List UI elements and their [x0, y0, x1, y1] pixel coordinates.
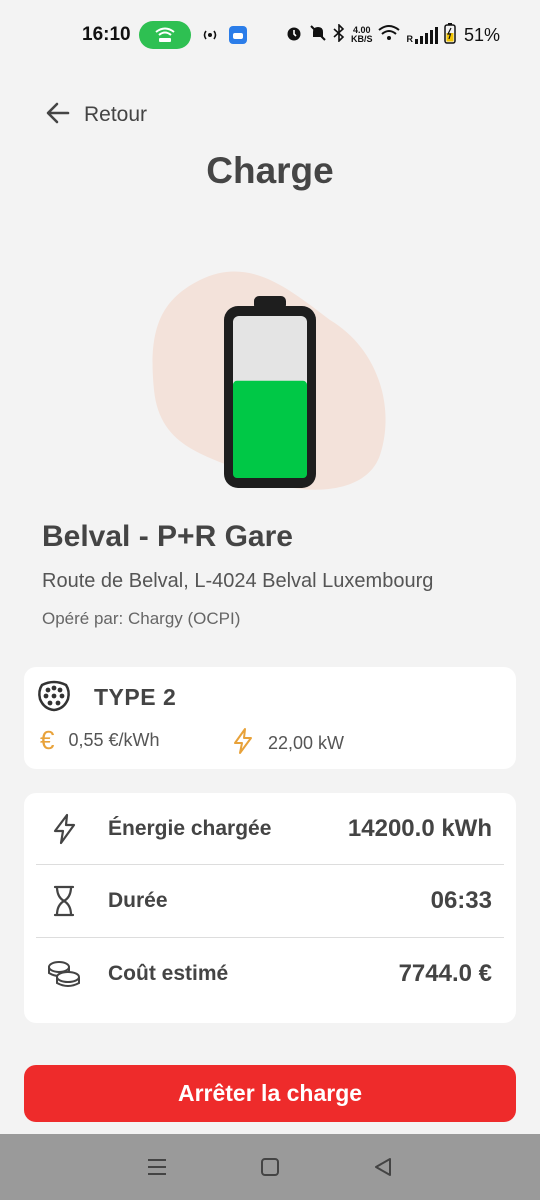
network-speed: 4.00 KB/S — [350, 25, 373, 44]
power-value: 22,00 kW — [268, 733, 345, 753]
coins-icon — [36, 959, 92, 989]
app-notification-icon — [228, 26, 247, 44]
back-label: Retour — [84, 103, 148, 126]
stat-row-energy: Énergie chargée 14200.0 kWh — [36, 793, 504, 865]
stat-label-cost: Coût estimé — [108, 962, 229, 985]
connector-type: TYPE 2 — [94, 684, 177, 710]
battery-percent: 51% — [463, 24, 500, 45]
signal-icon: R — [406, 26, 438, 44]
euro-icon: € — [40, 725, 55, 755]
home-icon[interactable] — [250, 1147, 290, 1187]
stat-label-energy: Énergie chargée — [108, 817, 272, 840]
stat-label-duration: Durée — [108, 889, 168, 912]
type2-connector-icon — [36, 677, 72, 718]
wifi-icon — [378, 24, 401, 47]
status-bar: 16:10 4.00 KB/S R 51% — [0, 0, 540, 70]
price-value: 0,55 €/kWh — [68, 729, 160, 750]
hotspot-icon — [138, 21, 191, 49]
menu-icon[interactable] — [137, 1147, 177, 1187]
stat-row-cost: Coût estimé 7744.0 € — [36, 938, 504, 1010]
system-nav-bar — [0, 1134, 540, 1200]
battery-charging-icon — [444, 22, 456, 49]
back-icon[interactable] — [363, 1147, 403, 1187]
connector-card: TYPE 2 € 0,55 €/kWh 22,00 kW — [24, 667, 516, 769]
stop-charging-button[interactable]: Arrêter la charge — [24, 1065, 516, 1122]
mute-icon — [309, 24, 327, 47]
alarm-icon — [285, 24, 303, 47]
page-title: Charge — [206, 150, 334, 191]
back-button[interactable]: Retour — [44, 96, 147, 134]
connector-power: 22,00 kW — [232, 727, 344, 760]
lightning-icon — [36, 813, 92, 845]
station-operator: Opéré par: Chargy (OCPI) — [42, 609, 241, 628]
stat-value-cost: 7744.0 € — [398, 960, 492, 987]
stat-value-duration: 06:33 — [430, 887, 492, 914]
hourglass-icon — [36, 885, 92, 917]
stat-row-duration: Durée 06:33 — [36, 865, 504, 937]
charging-stats-card: Énergie chargée 14200.0 kWh Durée 06:33 … — [24, 793, 516, 1023]
stat-value-energy: 14200.0 kWh — [347, 815, 492, 842]
lightning-icon — [232, 727, 254, 760]
connector-price: € 0,55 €/kWh — [40, 727, 160, 753]
station-address: Route de Belval, L-4024 Belval Luxembour… — [42, 570, 434, 592]
arrow-left-icon — [44, 99, 72, 132]
bluetooth-icon — [333, 22, 345, 47]
status-time: 16:10 — [82, 24, 131, 45]
battery-fill-level — [233, 380, 307, 478]
broadcast-icon — [201, 28, 219, 42]
battery-illustration — [140, 260, 400, 510]
station-name: Belval - P+R Gare — [42, 520, 293, 553]
